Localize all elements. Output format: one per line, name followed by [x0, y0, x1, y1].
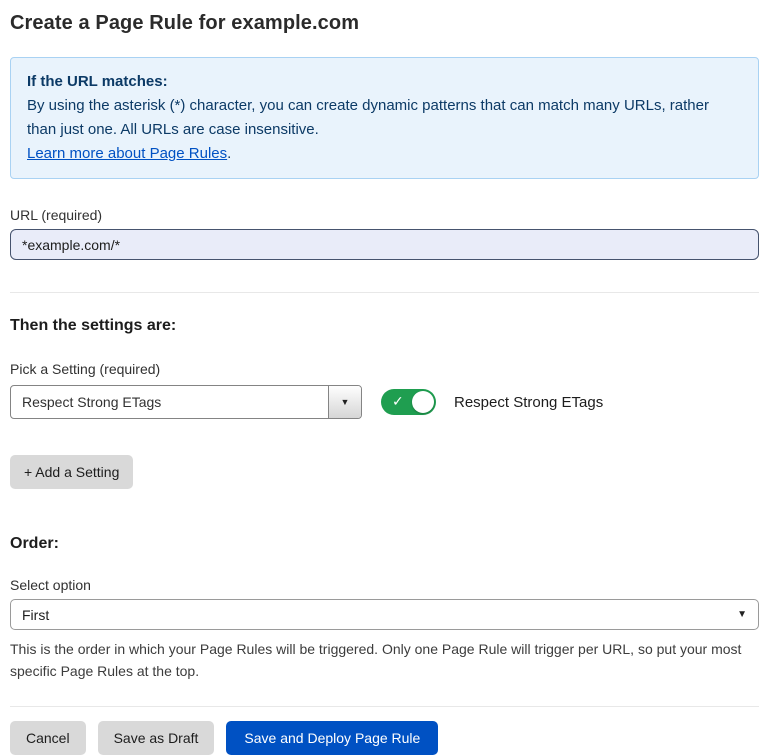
add-setting-button[interactable]: + Add a Setting: [10, 455, 133, 489]
page-title: Create a Page Rule for example.com: [10, 12, 759, 35]
setting-select-dropdown-button[interactable]: ▼: [328, 386, 361, 418]
footer-divider: [10, 706, 759, 707]
learn-more-link[interactable]: Learn more about Page Rules: [27, 145, 227, 162]
order-select-label: Select option: [10, 577, 759, 593]
order-section-heading: Order:: [10, 535, 759, 553]
settings-section-heading: Then the settings are:: [10, 317, 759, 335]
toggle-knob: [412, 391, 434, 413]
setting-select[interactable]: Respect Strong ETags ▼: [10, 385, 362, 419]
chevron-down-icon: ▼: [737, 609, 747, 620]
info-box-link-line: Learn more about Page Rules.: [27, 142, 742, 166]
info-box-body: By using the asterisk (*) character, you…: [27, 94, 742, 142]
url-field-label: URL (required): [10, 207, 759, 223]
save-draft-button[interactable]: Save as Draft: [98, 721, 215, 755]
respect-strong-etags-toggle[interactable]: ✓: [381, 389, 436, 415]
page-rule-form: Create a Page Rule for example.com If th…: [0, 0, 769, 755]
link-period: .: [227, 145, 231, 162]
footer-actions: Cancel Save as Draft Save and Deploy Pag…: [10, 721, 759, 755]
dropdown-arrow-icon: ▼: [341, 397, 350, 407]
order-help-text: This is the order in which your Page Rul…: [10, 638, 755, 682]
info-box-heading: If the URL matches:: [27, 70, 742, 94]
section-divider: [10, 292, 759, 293]
pick-setting-label: Pick a Setting (required): [10, 361, 759, 377]
setting-row: Respect Strong ETags ▼ ✓ Respect Strong …: [10, 385, 759, 419]
order-select-value: First: [22, 607, 49, 623]
cancel-button[interactable]: Cancel: [10, 721, 86, 755]
check-icon: ✓: [392, 393, 404, 410]
url-match-info-box: If the URL matches: By using the asteris…: [10, 57, 759, 179]
toggle-label: Respect Strong ETags: [454, 394, 603, 411]
setting-select-value: Respect Strong ETags: [11, 386, 328, 418]
save-deploy-button[interactable]: Save and Deploy Page Rule: [226, 721, 438, 755]
order-select[interactable]: First ▼: [10, 599, 759, 630]
url-input[interactable]: [10, 229, 759, 260]
